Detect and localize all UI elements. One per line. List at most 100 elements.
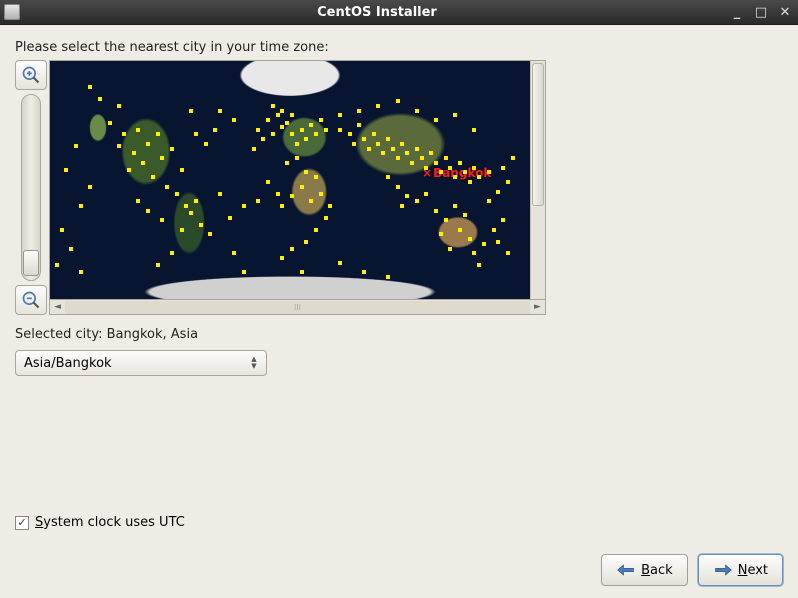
city-dot[interactable] bbox=[242, 204, 246, 208]
back-button[interactable]: Back bbox=[601, 554, 688, 586]
city-dot[interactable] bbox=[391, 147, 395, 151]
city-dot[interactable] bbox=[472, 166, 476, 170]
city-dot[interactable] bbox=[232, 251, 236, 255]
city-dot[interactable] bbox=[314, 132, 318, 136]
city-dot[interactable] bbox=[324, 128, 328, 132]
city-dot[interactable] bbox=[156, 132, 160, 136]
utc-checkbox-row[interactable]: ✓ System clock uses UTC bbox=[15, 515, 185, 530]
city-dot[interactable] bbox=[199, 223, 203, 227]
city-dot[interactable] bbox=[189, 109, 193, 113]
city-dot[interactable] bbox=[194, 199, 198, 203]
city-dot[interactable] bbox=[400, 204, 404, 208]
city-dot[interactable] bbox=[410, 161, 414, 165]
zoom-slider-thumb[interactable] bbox=[23, 250, 39, 276]
city-dot[interactable] bbox=[280, 125, 284, 129]
city-dot[interactable] bbox=[184, 204, 188, 208]
maximize-button[interactable]: □ bbox=[752, 4, 770, 20]
city-dot[interactable] bbox=[376, 142, 380, 146]
city-dot[interactable] bbox=[405, 194, 409, 198]
city-dot[interactable] bbox=[309, 123, 313, 127]
city-dot[interactable] bbox=[122, 132, 126, 136]
city-dot[interactable] bbox=[372, 132, 376, 136]
city-dot[interactable] bbox=[468, 180, 472, 184]
city-dot[interactable] bbox=[324, 216, 328, 220]
city-dot[interactable] bbox=[444, 218, 448, 222]
city-dot[interactable] bbox=[328, 204, 332, 208]
city-dot[interactable] bbox=[319, 192, 323, 196]
city-dot[interactable] bbox=[314, 228, 318, 232]
city-dot[interactable] bbox=[487, 199, 491, 203]
city-dot[interactable] bbox=[266, 118, 270, 122]
city-dot[interactable] bbox=[304, 137, 308, 141]
city-dot[interactable] bbox=[266, 180, 270, 184]
city-dot[interactable] bbox=[492, 228, 496, 232]
city-dot[interactable] bbox=[386, 137, 390, 141]
city-dot[interactable] bbox=[132, 151, 136, 155]
city-dot[interactable] bbox=[117, 144, 121, 148]
city-dot[interactable] bbox=[232, 118, 236, 122]
next-button[interactable]: Next bbox=[698, 554, 783, 586]
timezone-select[interactable]: Asia/Bangkok ▲▼ bbox=[15, 350, 267, 376]
city-dot[interactable] bbox=[496, 240, 500, 244]
city-dot[interactable] bbox=[420, 156, 424, 160]
city-dot[interactable] bbox=[79, 270, 83, 274]
city-dot[interactable] bbox=[463, 170, 467, 174]
city-dot[interactable] bbox=[88, 185, 92, 189]
city-dot[interactable] bbox=[309, 199, 313, 203]
city-dot[interactable] bbox=[352, 142, 356, 146]
city-dot[interactable] bbox=[79, 204, 83, 208]
city-dot[interactable] bbox=[482, 242, 486, 246]
city-dot[interactable] bbox=[290, 132, 294, 136]
city-dot[interactable] bbox=[362, 137, 366, 141]
city-dot[interactable] bbox=[175, 192, 179, 196]
city-dot[interactable] bbox=[429, 151, 433, 155]
city-dot[interactable] bbox=[314, 175, 318, 179]
city-dot[interactable] bbox=[127, 168, 131, 172]
city-dot[interactable] bbox=[276, 192, 280, 196]
city-dot[interactable] bbox=[472, 128, 476, 132]
city-dot[interactable] bbox=[381, 151, 385, 155]
city-dot[interactable] bbox=[487, 170, 491, 174]
city-dot[interactable] bbox=[295, 156, 299, 160]
city-dot[interactable] bbox=[348, 132, 352, 136]
city-dot[interactable] bbox=[285, 121, 289, 125]
city-dot[interactable] bbox=[300, 185, 304, 189]
city-dot[interactable] bbox=[458, 228, 462, 232]
map-vertical-scrollbar[interactable] bbox=[530, 61, 545, 299]
close-button[interactable]: ✕ bbox=[776, 4, 794, 20]
city-dot[interactable] bbox=[136, 199, 140, 203]
city-dot[interactable] bbox=[511, 156, 515, 160]
city-dot[interactable] bbox=[295, 142, 299, 146]
city-dot[interactable] bbox=[405, 151, 409, 155]
city-dot[interactable] bbox=[256, 199, 260, 203]
city-dot[interactable] bbox=[434, 118, 438, 122]
city-dot[interactable] bbox=[458, 161, 462, 165]
city-dot[interactable] bbox=[453, 113, 457, 117]
city-dot[interactable] bbox=[290, 194, 294, 198]
city-dot[interactable] bbox=[300, 270, 304, 274]
city-dot[interactable] bbox=[88, 85, 92, 89]
city-dot[interactable] bbox=[256, 128, 260, 132]
city-dot[interactable] bbox=[228, 216, 232, 220]
city-dot[interactable] bbox=[60, 228, 64, 232]
city-dot[interactable] bbox=[506, 180, 510, 184]
city-dot[interactable] bbox=[376, 104, 380, 108]
city-dot[interactable] bbox=[151, 175, 155, 179]
city-dot[interactable] bbox=[415, 147, 419, 151]
scrollbar-track[interactable]: III bbox=[65, 301, 530, 314]
city-dot[interactable] bbox=[453, 204, 457, 208]
city-dot[interactable] bbox=[396, 99, 400, 103]
city-dot[interactable] bbox=[496, 190, 500, 194]
city-dot[interactable] bbox=[242, 270, 246, 274]
city-dot[interactable] bbox=[386, 175, 390, 179]
city-dot[interactable] bbox=[468, 237, 472, 241]
city-dot[interactable] bbox=[117, 104, 121, 108]
city-dot[interactable] bbox=[300, 128, 304, 132]
city-dot[interactable] bbox=[477, 175, 481, 179]
city-dot[interactable] bbox=[477, 263, 481, 267]
city-dot[interactable] bbox=[208, 232, 212, 236]
city-dot[interactable] bbox=[69, 247, 73, 251]
city-dot[interactable] bbox=[415, 109, 419, 113]
city-dot[interactable] bbox=[434, 161, 438, 165]
zoom-in-button[interactable] bbox=[15, 60, 47, 90]
